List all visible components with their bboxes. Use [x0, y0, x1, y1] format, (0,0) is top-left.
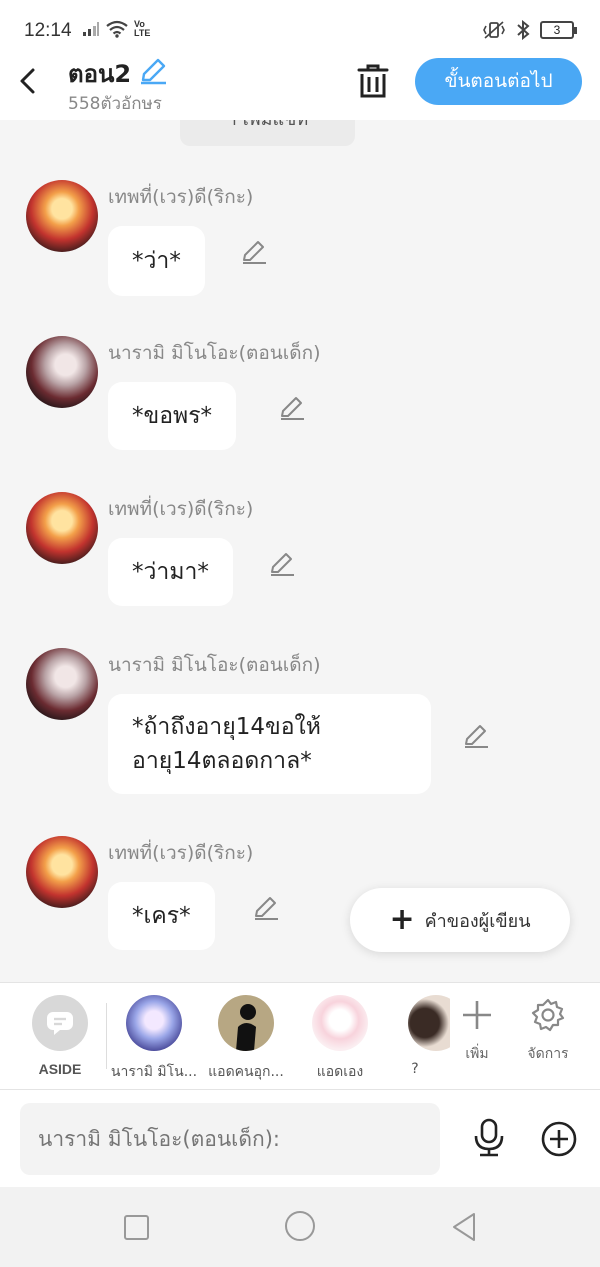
add-label: เพิ่ม	[465, 1046, 489, 1062]
sender-name: นารามิ มิโนโอะ(ตอนเด็ก)	[108, 342, 321, 364]
character-item[interactable]: แอดคนอุก...	[200, 995, 292, 1083]
chat-list[interactable]: ำ เพิ่มแชท เทพที่(เวร)ดี(ริกะ) *ว่า* นาร…	[0, 120, 600, 982]
edit-message-icon[interactable]	[278, 394, 306, 422]
add-character-button[interactable]: เพิ่ม	[447, 997, 507, 1065]
author-note-button[interactable]: + คำของผู้เขียน	[350, 888, 570, 952]
message-text-line-1: *ถ้าถึงอายุ14ขอให้	[132, 714, 321, 740]
message-bubble[interactable]: *เคร*	[108, 882, 215, 950]
sender-name: เทพที่(เวร)ดี(ริกะ)	[108, 498, 254, 520]
edit-message-icon[interactable]	[462, 722, 490, 750]
avatar[interactable]	[26, 180, 98, 252]
plus-icon: +	[389, 902, 415, 937]
chat-bubble-icon	[32, 995, 88, 1051]
next-step-button[interactable]: ขั้นตอนต่อไป	[415, 58, 582, 105]
divider	[106, 1003, 107, 1069]
message-text: *ว่ามา*	[132, 559, 209, 585]
message-text: *เคร*	[132, 903, 191, 929]
character-avatar	[126, 995, 182, 1051]
sender-name: เทพที่(เวร)ดี(ริกะ)	[108, 186, 254, 208]
message-bubble[interactable]: *ว่า*	[108, 226, 205, 296]
volte-icon: Vo LTE	[134, 19, 151, 38]
back-nav-button[interactable]	[450, 1211, 478, 1243]
edit-title-icon[interactable]	[138, 56, 168, 86]
character-label: แอดเอง	[316, 1064, 364, 1080]
manage-label: จัดการ	[527, 1046, 569, 1062]
bluetooth-icon	[517, 20, 530, 40]
edit-message-icon[interactable]	[240, 238, 268, 266]
header: ตอน2 558ตัวอักษร ขั้นตอนต่อไป	[0, 58, 600, 120]
top-chip[interactable]: ำ เพิ่มแชท	[180, 120, 355, 146]
message-input[interactable]	[20, 1103, 440, 1175]
message-text: *ว่า*	[132, 248, 181, 274]
recents-button[interactable]	[124, 1215, 149, 1240]
character-item[interactable]: ?	[380, 995, 450, 1077]
character-avatar	[218, 995, 274, 1051]
edit-message-icon[interactable]	[252, 894, 280, 922]
status-bar: 12:14 Vo LTE 3	[0, 0, 600, 58]
char-count: 558ตัวอักษร	[68, 94, 162, 114]
character-label: ?	[411, 1061, 419, 1077]
vibrate-icon	[483, 21, 505, 39]
character-strip: ASIDE นารามิ มิโน... แอดคนอุก... แอดเอง …	[0, 982, 600, 1090]
character-label: ASIDE	[38, 1061, 82, 1077]
back-button[interactable]	[14, 64, 42, 98]
gear-icon	[531, 998, 565, 1032]
character-avatar	[312, 995, 368, 1051]
edit-message-icon[interactable]	[268, 550, 296, 578]
character-item[interactable]: แอดเอง	[294, 995, 386, 1083]
avatar[interactable]	[26, 836, 98, 908]
message-bubble[interactable]: *ขอพร*	[108, 382, 237, 450]
battery-icon: 3	[540, 21, 577, 39]
avatar[interactable]	[26, 336, 98, 408]
message-text: *ขอพร*	[132, 403, 213, 429]
page-title: ตอน2	[68, 60, 132, 88]
character-item[interactable]: นารามิ มิโน...	[108, 995, 200, 1083]
status-time: 12:14	[24, 20, 72, 41]
message-bubble[interactable]: *ว่ามา*	[108, 538, 233, 606]
plus-icon	[463, 1001, 491, 1029]
character-avatar	[408, 995, 450, 1051]
wifi-icon	[106, 20, 128, 38]
message-bubble[interactable]: *ถ้าถึงอายุ14ขอให้ อายุ14ตลอดกาล*	[108, 694, 431, 794]
character-aside[interactable]: ASIDE	[14, 995, 106, 1077]
avatar[interactable]	[26, 492, 98, 564]
delete-button[interactable]	[356, 62, 390, 100]
microphone-icon[interactable]	[470, 1118, 508, 1158]
avatar[interactable]	[26, 648, 98, 720]
add-media-icon[interactable]	[540, 1120, 578, 1158]
system-nav-bar	[0, 1187, 600, 1267]
sender-name: นารามิ มิโนโอะ(ตอนเด็ก)	[108, 654, 321, 676]
signal-icon	[83, 22, 99, 36]
manage-button[interactable]: จัดการ	[518, 997, 578, 1065]
character-label: นารามิ มิโน...	[110, 1064, 198, 1080]
home-button[interactable]	[285, 1211, 315, 1241]
input-bar	[0, 1090, 600, 1187]
character-label: แอดคนอุก...	[208, 1064, 284, 1080]
message-text-line-2: อายุ14ตลอดกาล*	[132, 748, 312, 774]
author-note-label: คำของผู้เขียน	[424, 910, 531, 932]
sender-name: เทพที่(เวร)ดี(ริกะ)	[108, 842, 254, 864]
